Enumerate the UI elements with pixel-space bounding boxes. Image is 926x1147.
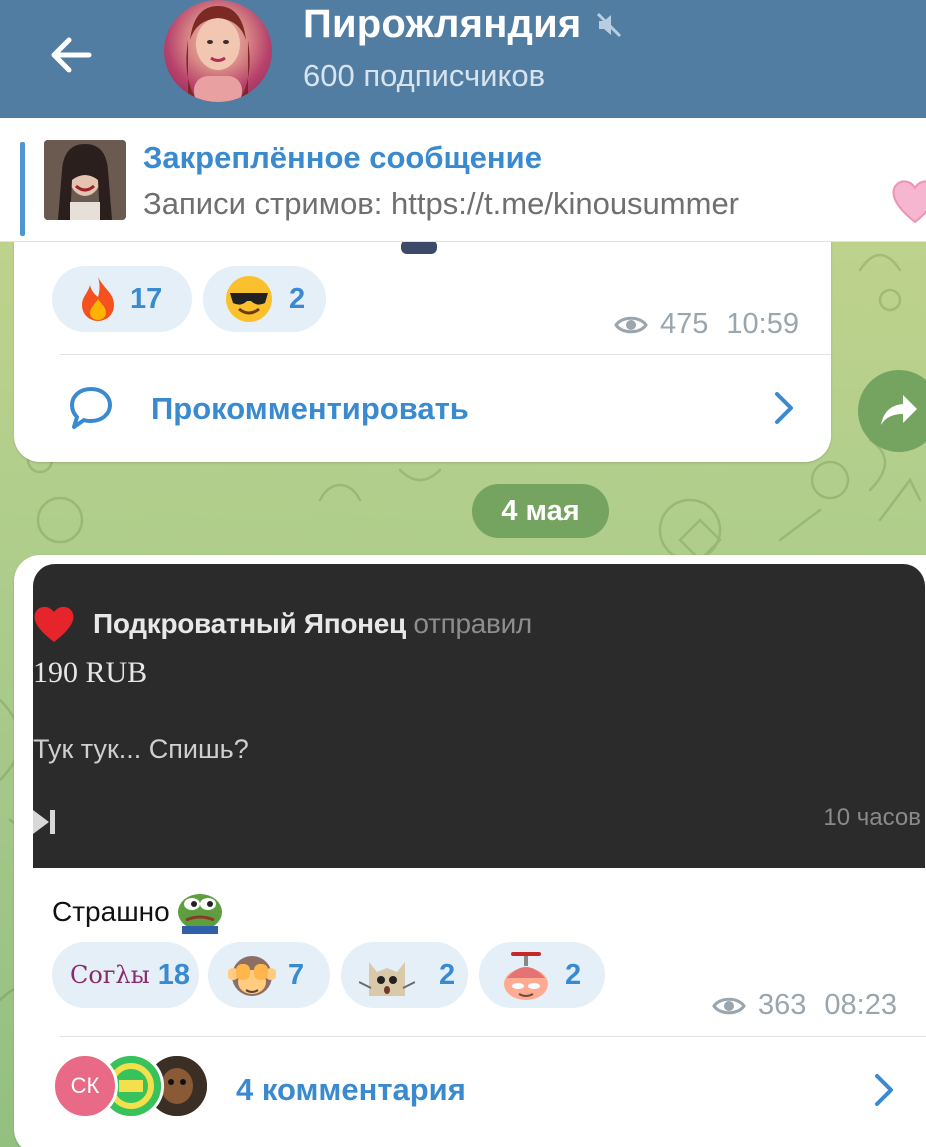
reaction-count: 2 (565, 958, 582, 991)
sent-label: отправил (413, 608, 532, 639)
chevron-right-icon (875, 1074, 893, 1106)
donation-text: Тук тук... Спишь? (33, 734, 249, 764)
see-no-evil-monkey-icon (228, 950, 276, 1000)
reaction-sogly[interactable]: Согλы 18 (52, 942, 199, 1008)
message-meta: 475 10:59 (614, 308, 799, 341)
donation-amount: 190 RUB (33, 656, 148, 689)
comment-row[interactable]: Прокомментировать (14, 355, 831, 462)
pinned-text: Записи стримов: https://t.me/kinousummer (143, 186, 740, 221)
pinned-message-bar[interactable]: Закреплённое сообщение Записи стримов: h… (0, 118, 926, 242)
channel-avatar[interactable] (164, 0, 272, 102)
comment-label: Прокомментировать (151, 391, 469, 426)
subscriber-count: 600 подписчиков (303, 58, 546, 93)
fire-icon (76, 274, 120, 324)
comments-count-label: 4 комментария (236, 1072, 466, 1107)
share-button[interactable] (858, 370, 926, 452)
reaction-count: 18 (157, 958, 190, 991)
speech-bubble-icon (70, 387, 112, 429)
channel-title-text: Пирожляндия (303, 2, 582, 46)
sogly-sticker-icon: Согλы (70, 961, 150, 989)
donation-screenshot[interactable]: Подкроватный Японец отправил 190 RUB Тук… (33, 564, 925, 868)
share-arrow-icon (881, 395, 917, 425)
pinned-indicator (20, 142, 25, 236)
views-count: 475 (660, 308, 709, 340)
sunglasses-smiley-icon (223, 273, 275, 325)
caption-text: Страшно (52, 896, 170, 927)
avatar-initials: СК (70, 1073, 100, 1098)
chat-header: Пирожляндия 600 подписчиков (0, 0, 926, 118)
arrow-left-icon (51, 37, 92, 73)
pinned-title: Закреплённое сообщение (143, 140, 542, 175)
reaction-fire[interactable]: 17 (52, 266, 192, 332)
propeller-hat-emoji-icon (499, 948, 553, 1002)
reaction-cat[interactable]: 2 (341, 942, 468, 1008)
eye-icon (614, 316, 648, 333)
heart-icon (34, 606, 74, 642)
skip-icon (33, 810, 55, 834)
donation-time: 10 часов (823, 804, 921, 831)
message-time: 08:23 (824, 989, 897, 1021)
muted-speaker-icon (597, 12, 622, 37)
reaction-monkey[interactable]: 7 (208, 942, 330, 1008)
message-caption: Страшно (52, 890, 224, 934)
reaction-count: 2 (289, 282, 306, 315)
eye-icon (712, 997, 746, 1014)
reaction-count: 7 (288, 958, 305, 991)
pepe-frog-sticker-icon (177, 894, 222, 934)
message-time: 10:59 (726, 308, 799, 340)
reaction-sunglasses[interactable]: 2 (203, 266, 326, 332)
views-count: 363 (758, 989, 807, 1021)
date-separator: 4 мая (472, 484, 609, 538)
reaction-count: 2 (439, 958, 456, 991)
pinned-thumbnail (44, 140, 126, 220)
donation-sender: Подкроватный Японец отправил (93, 608, 532, 640)
commenter-avatars[interactable]: СК (52, 1053, 222, 1123)
reaction-count: 17 (130, 282, 163, 315)
channel-title[interactable]: Пирожляндия (303, 2, 623, 47)
sender-name: Подкроватный Японец (93, 608, 406, 639)
message-meta: 363 08:23 (712, 989, 897, 1022)
message-card[interactable]: 17 2 475 10:59 Прокомментировать (14, 230, 831, 462)
cat-meme-icon (359, 952, 415, 998)
pink-heart-icon (890, 178, 926, 229)
chevron-right-icon (775, 392, 793, 424)
avatar: СК (52, 1053, 118, 1119)
back-button[interactable] (38, 22, 104, 88)
reaction-propeller[interactable]: 2 (479, 942, 605, 1008)
